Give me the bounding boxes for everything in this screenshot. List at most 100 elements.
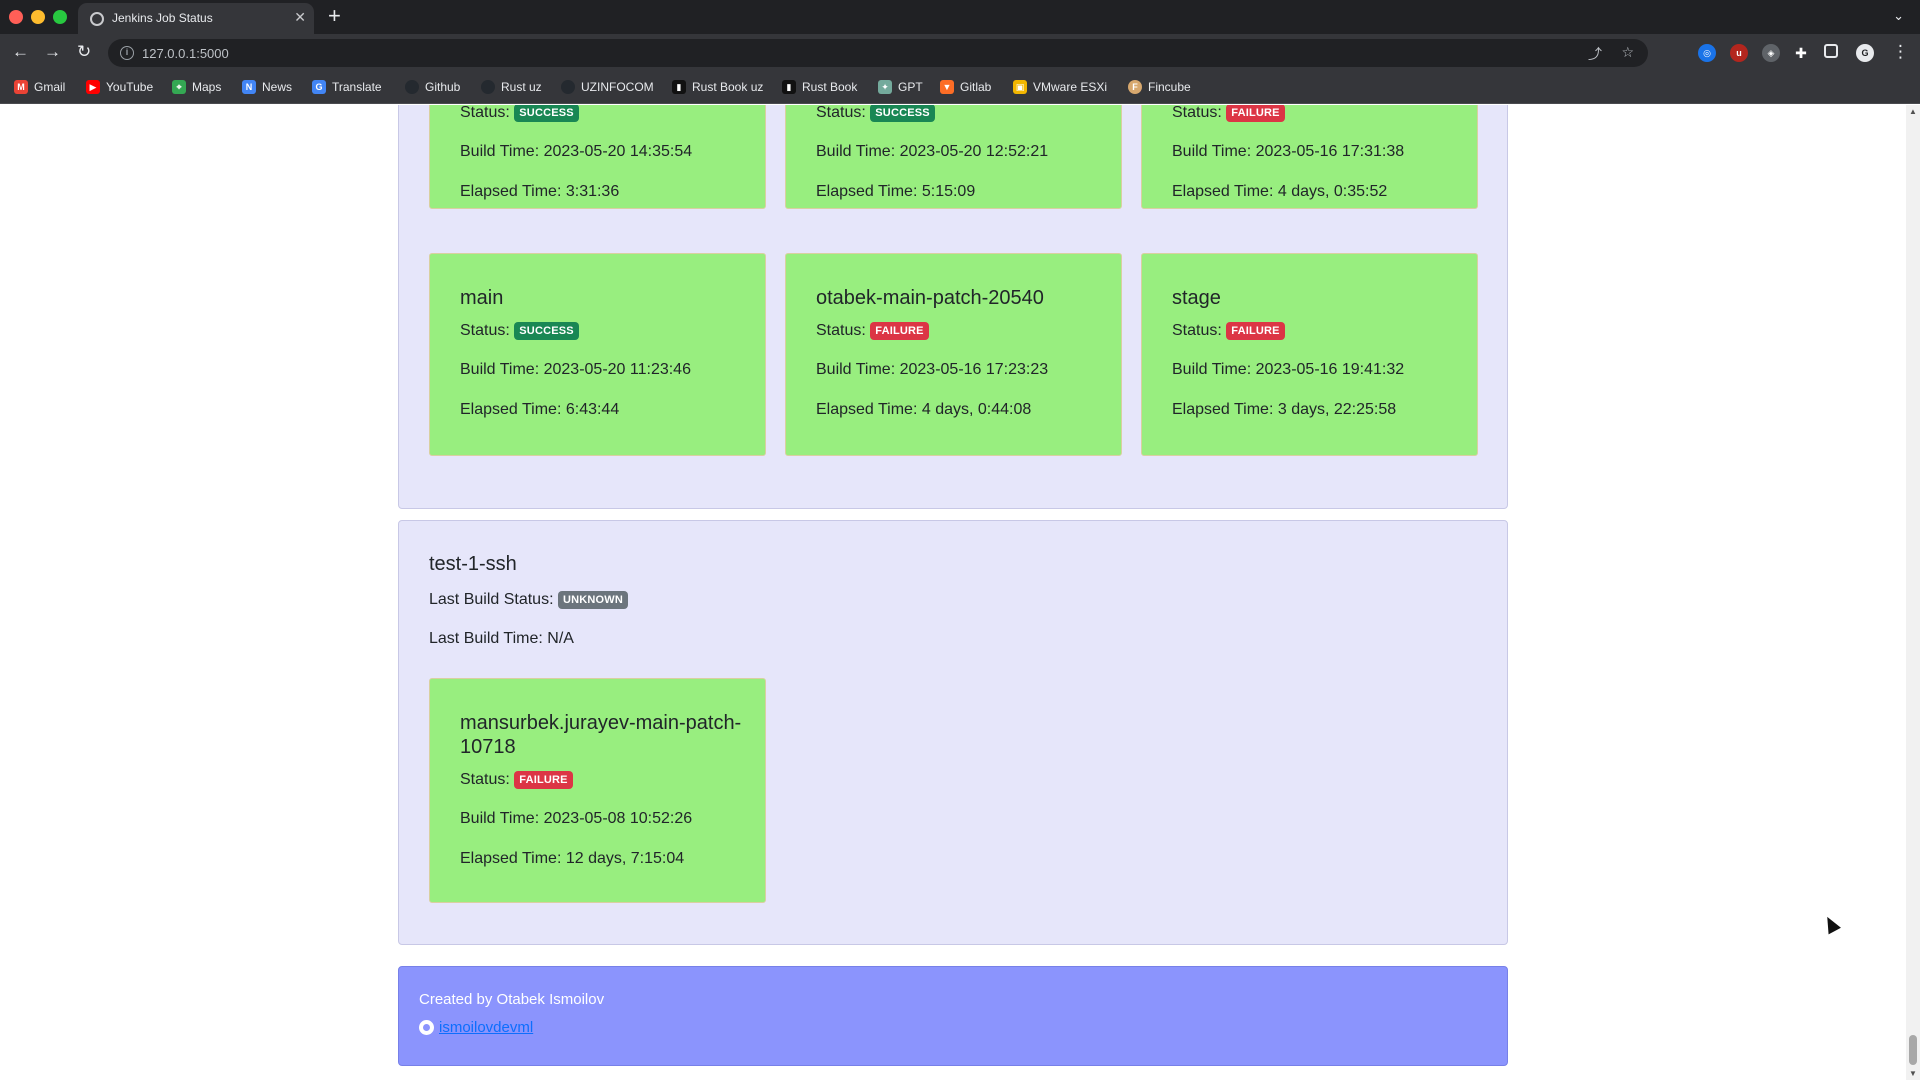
status-line: Status: FAILURE bbox=[1172, 105, 1285, 122]
bookmark-github[interactable]: Github bbox=[405, 80, 460, 94]
gitlab-icon: ▼ bbox=[940, 80, 954, 94]
book-icon: ▮ bbox=[672, 80, 686, 94]
tab-search-chevron-icon[interactable]: ⌄ bbox=[1893, 8, 1904, 24]
build-time-line: Build Time: 2023-05-08 10:52:26 bbox=[460, 810, 693, 827]
bookmark-translate[interactable]: G Translate bbox=[312, 80, 382, 94]
status-badge: FAILURE bbox=[1226, 105, 1285, 122]
bookmark-gpt[interactable]: ✦ GPT bbox=[878, 80, 923, 94]
bookmark-label: Gmail bbox=[34, 80, 66, 94]
reload-icon[interactable]: ↻ bbox=[77, 42, 91, 62]
mouse-cursor-icon bbox=[1821, 913, 1841, 935]
bookmark-rust-uz[interactable]: Rust uz bbox=[481, 80, 542, 94]
github-profile-link[interactable]: ismoilovdevml bbox=[419, 1019, 533, 1036]
menu-dots-icon[interactable]: ⋮ bbox=[1892, 42, 1909, 62]
elapsed-time-line: Elapsed Time: 6:43:44 bbox=[460, 401, 620, 418]
bookmark-gitlab[interactable]: ▼ Gitlab bbox=[940, 80, 991, 94]
minimize-window-button[interactable] bbox=[31, 10, 45, 24]
bookmark-label: GPT bbox=[898, 80, 923, 94]
bookmark-label: Rust uz bbox=[501, 80, 542, 94]
news-icon: N bbox=[242, 80, 256, 94]
scroll-up-arrow-icon[interactable]: ▲ bbox=[1909, 107, 1917, 116]
branch-card: mansurbek.jurayev-main-patch-10718 Statu… bbox=[429, 678, 766, 903]
extension-icon[interactable]: ◎ bbox=[1698, 44, 1716, 62]
last-build-status-line: Last Build Status: UNKNOWN bbox=[429, 591, 629, 609]
browser-tab[interactable]: Jenkins Job Status ✕ bbox=[78, 3, 314, 34]
bookmark-label: Maps bbox=[192, 80, 222, 94]
back-arrow-icon[interactable]: ← bbox=[12, 42, 29, 62]
branch-card: Status: FAILURE Build Time: 2023-05-16 1… bbox=[1141, 105, 1478, 209]
side-panel-icon[interactable] bbox=[1824, 44, 1838, 58]
build-time-line: Build Time: 2023-05-16 17:23:23 bbox=[816, 361, 1049, 378]
bookmark-uzinfocom[interactable]: UZINFOCOM bbox=[561, 80, 654, 94]
address-bar[interactable]: i 127.0.0.1:5000 ⤴ ☆ bbox=[108, 39, 1648, 67]
branch-card: Status: SUCCESS Build Time: 2023-05-20 1… bbox=[429, 105, 766, 209]
github-icon bbox=[405, 80, 419, 94]
status-line: Status: SUCCESS bbox=[460, 322, 579, 340]
bookmark-star-icon[interactable]: ☆ bbox=[1621, 44, 1634, 61]
bookmark-rust-book-uz[interactable]: ▮ Rust Book uz bbox=[672, 80, 763, 94]
browser-titlebar: Jenkins Job Status ✕ + ⌄ bbox=[0, 0, 1920, 34]
maps-pin-icon: ⌖ bbox=[172, 80, 186, 94]
bookmark-label: YouTube bbox=[106, 80, 154, 94]
translate-icon: G bbox=[312, 80, 326, 94]
browser-toolbar: ← → ↻ i 127.0.0.1:5000 ⤴ ☆ ◎ u ◈ ✚ G ⋮ bbox=[0, 34, 1920, 72]
branch-name: mansurbek.jurayev-main-patch-10718 bbox=[460, 712, 742, 758]
bookmark-vmware[interactable]: ▣ VMware ESXi bbox=[1013, 80, 1107, 94]
status-badge: SUCCESS bbox=[514, 322, 579, 340]
puzzle-icon[interactable]: ✚ bbox=[1792, 44, 1810, 62]
share-icon[interactable]: ⤴ bbox=[1588, 44, 1602, 64]
job-name: test-1-ssh bbox=[429, 553, 517, 575]
status-badge: SUCCESS bbox=[870, 105, 935, 122]
status-line: Status: SUCCESS bbox=[816, 105, 935, 122]
bookmark-youtube[interactable]: ▶ YouTube bbox=[86, 80, 153, 94]
bookmark-label: VMware ESXi bbox=[1033, 80, 1108, 94]
github-icon bbox=[481, 80, 495, 94]
youtube-icon: ▶ bbox=[86, 80, 100, 94]
ublock-icon[interactable]: u bbox=[1730, 44, 1748, 62]
bookmark-gmail[interactable]: M Gmail bbox=[14, 80, 65, 94]
gmail-icon: M bbox=[14, 80, 28, 94]
page-scrollbar[interactable]: ▲ ▼ bbox=[1906, 105, 1920, 1080]
bookmark-news[interactable]: N News bbox=[242, 80, 292, 94]
github-icon bbox=[419, 1020, 434, 1035]
github-icon bbox=[561, 80, 575, 94]
bookmark-label: Rust Book uz bbox=[692, 80, 764, 94]
scroll-down-arrow-icon[interactable]: ▼ bbox=[1909, 1069, 1917, 1078]
maximize-window-button[interactable] bbox=[53, 10, 67, 24]
bookmark-label: Translate bbox=[332, 80, 382, 94]
status-line: Status: FAILURE bbox=[816, 322, 929, 340]
branch-name: stage bbox=[1172, 287, 1221, 309]
build-time-line: Build Time: 2023-05-20 11:23:46 bbox=[460, 361, 691, 378]
info-icon[interactable]: i bbox=[120, 46, 134, 60]
elapsed-time-line: Elapsed Time: 12 days, 7:15:04 bbox=[460, 850, 685, 867]
close-tab-icon[interactable]: ✕ bbox=[294, 9, 306, 25]
book-icon: ▮ bbox=[782, 80, 796, 94]
branch-card: main Status: SUCCESS Build Time: 2023-05… bbox=[429, 253, 766, 456]
close-window-button[interactable] bbox=[9, 10, 23, 24]
profile-avatar[interactable]: G bbox=[1856, 44, 1874, 62]
footer-credit: Created by Otabek Ismoilov bbox=[419, 991, 605, 1008]
bookmark-maps[interactable]: ⌖ Maps bbox=[172, 80, 221, 94]
github-username[interactable]: ismoilovdevml bbox=[439, 1019, 533, 1036]
last-build-time-line: Last Build Time: N/A bbox=[429, 630, 574, 647]
status-line: Status: SUCCESS bbox=[460, 105, 579, 122]
scrollbar-thumb[interactable] bbox=[1909, 1035, 1917, 1065]
status-badge: UNKNOWN bbox=[557, 591, 629, 609]
elapsed-time-line: Elapsed Time: 5:15:09 bbox=[816, 183, 976, 200]
branch-card: Status: SUCCESS Build Time: 2023-05-20 1… bbox=[785, 105, 1122, 209]
build-time-line: Build Time: 2023-05-16 19:41:32 bbox=[1172, 361, 1405, 378]
build-time-line: Build Time: 2023-05-20 14:35:54 bbox=[460, 143, 693, 160]
status-line: Status: FAILURE bbox=[1172, 322, 1285, 340]
shield-icon[interactable]: ◈ bbox=[1762, 44, 1780, 62]
bookmark-label: Gitlab bbox=[960, 80, 992, 94]
url-text[interactable]: 127.0.0.1:5000 bbox=[142, 46, 229, 61]
bookmark-label: Github bbox=[425, 80, 461, 94]
bookmark-rust-book[interactable]: ▮ Rust Book bbox=[782, 80, 857, 94]
new-tab-button[interactable]: + bbox=[328, 5, 341, 27]
bookmarks-bar: M Gmail ▶ YouTube ⌖ Maps N News G Translate G… bbox=[0, 72, 1920, 104]
status-line: Status: FAILURE bbox=[460, 771, 573, 789]
status-badge: FAILURE bbox=[514, 771, 573, 789]
bookmark-fincube[interactable]: F Fincube bbox=[1128, 80, 1191, 94]
forward-arrow-icon[interactable]: → bbox=[44, 42, 61, 62]
elapsed-time-line: Elapsed Time: 4 days, 0:35:52 bbox=[1172, 183, 1388, 200]
